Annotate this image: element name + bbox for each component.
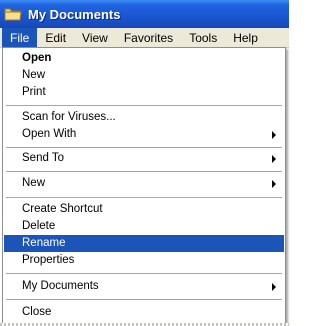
menu-item-my-documents[interactable]: My Documents bbox=[4, 278, 284, 295]
submenu-arrow-icon bbox=[272, 180, 276, 188]
menu-item-print[interactable]: Print bbox=[4, 84, 284, 101]
submenu-arrow-icon bbox=[272, 131, 276, 139]
menu-separator bbox=[6, 273, 282, 274]
menu-view[interactable]: View bbox=[74, 28, 116, 48]
menu-separator bbox=[6, 147, 282, 148]
menu-help[interactable]: Help bbox=[225, 28, 266, 48]
menu-item-rename[interactable]: Rename bbox=[4, 235, 284, 252]
menu-item-delete[interactable]: Delete bbox=[4, 218, 284, 235]
menu-item-new-submenu[interactable]: New bbox=[4, 175, 284, 192]
menu-separator bbox=[6, 299, 282, 300]
menu-separator bbox=[6, 105, 282, 106]
menu-favorites[interactable]: Favorites bbox=[116, 28, 181, 48]
menu-item-scan-for-viruses[interactable]: Scan for Viruses... bbox=[4, 109, 284, 126]
menu-item-properties[interactable]: Properties bbox=[4, 252, 284, 269]
title-bar[interactable]: My Documents bbox=[0, 0, 289, 28]
window-title: My Documents bbox=[28, 6, 121, 22]
menu-edit[interactable]: Edit bbox=[37, 28, 74, 48]
menu-item-new[interactable]: New bbox=[4, 67, 284, 84]
menu-separator bbox=[6, 171, 282, 172]
menu-item-close[interactable]: Close bbox=[4, 304, 284, 321]
menu-item-send-to[interactable]: Send To bbox=[4, 150, 284, 167]
menu-separator bbox=[6, 197, 282, 198]
my-documents-label: My Documents bbox=[22, 280, 99, 292]
submenu-arrow-icon bbox=[272, 155, 276, 163]
submenu-arrow-icon bbox=[272, 283, 276, 291]
new-submenu-label: New bbox=[22, 177, 46, 189]
menu-tools[interactable]: Tools bbox=[181, 28, 225, 48]
menu-item-open-with[interactable]: Open With bbox=[4, 126, 284, 143]
open-with-label: Open With bbox=[22, 128, 77, 140]
menu-bar: File Edit View Favorites Tools Help bbox=[0, 27, 289, 48]
folder-icon bbox=[4, 6, 22, 22]
menu-item-open[interactable]: Open bbox=[4, 50, 284, 67]
menu-item-create-shortcut[interactable]: Create Shortcut bbox=[4, 201, 284, 218]
send-to-label: Send To bbox=[22, 152, 64, 164]
file-menu-dropdown: Open New Print Scan for Viruses... Open … bbox=[2, 47, 286, 324]
menu-file[interactable]: File bbox=[2, 27, 38, 48]
